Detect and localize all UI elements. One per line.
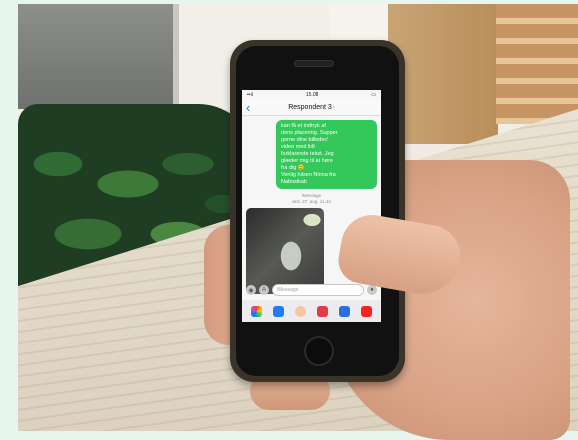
- youtube-app-icon[interactable]: [361, 305, 373, 317]
- home-button[interactable]: [304, 336, 334, 366]
- office-window: [18, 4, 179, 109]
- battery-icon: ▭: [371, 91, 376, 98]
- app-store-app-icon[interactable]: [272, 305, 284, 317]
- compose-row: ◉ A iMessage ●: [242, 283, 381, 297]
- app-store-icon[interactable]: A: [259, 285, 269, 295]
- photos-app-icon[interactable]: [250, 305, 262, 317]
- cloud-app-icon[interactable]: [339, 305, 351, 317]
- contact-name[interactable]: Respondent 3›: [260, 104, 363, 111]
- contact-name-label: Respondent 3: [288, 103, 332, 111]
- phone-screen: ••ıl 15.08 ▭ ‹ Respondent 3› kan få et i…: [242, 90, 381, 322]
- wooden-slats: [496, 4, 578, 124]
- chevron-right-icon: ›: [332, 104, 335, 111]
- memoji-app-icon[interactable]: [294, 305, 306, 317]
- message-timestamp: iMessage øns. 27. aug. 11.43: [292, 193, 331, 204]
- app-drawer: [242, 300, 381, 322]
- imessage-input[interactable]: iMessage: [272, 284, 364, 296]
- camera-icon[interactable]: ◉: [246, 285, 256, 295]
- signal-icon: ••ıl: [247, 91, 254, 98]
- received-photo-message[interactable]: [246, 208, 324, 294]
- chevron-left-icon[interactable]: ‹: [246, 101, 260, 114]
- heart-app-icon[interactable]: [317, 305, 329, 317]
- microphone-icon[interactable]: ●: [367, 285, 377, 295]
- smartphone: ••ıl 15.08 ▭ ‹ Respondent 3› kan få et i…: [230, 40, 405, 382]
- status-time: 15.08: [305, 91, 319, 98]
- conversation-header: ‹ Respondent 3›: [242, 99, 381, 116]
- status-bar: ••ıl 15.08 ▭: [242, 90, 381, 99]
- sent-message-bubble[interactable]: kan få et indtryk af dens placering. Sup…: [276, 120, 377, 189]
- earpiece: [294, 60, 334, 67]
